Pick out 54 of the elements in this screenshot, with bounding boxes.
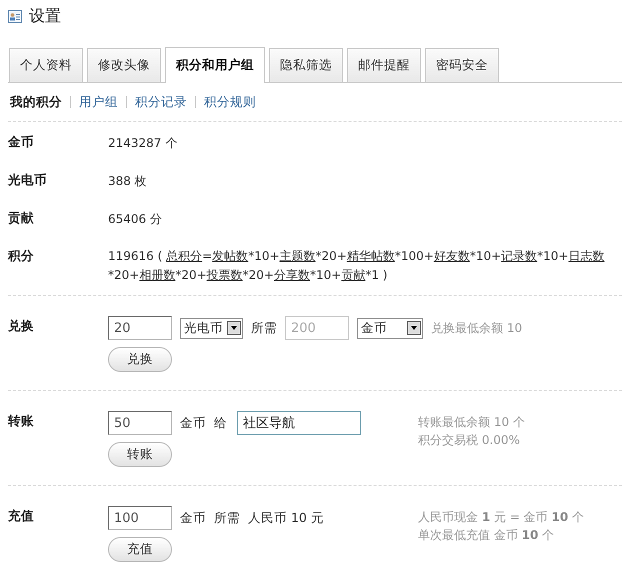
tab[interactable]: 隐私筛选: [269, 48, 343, 82]
formula-link[interactable]: 投票数: [206, 268, 243, 282]
currency-select[interactable]: 光电币: [180, 318, 243, 338]
exchange-button[interactable]: 兑换: [108, 347, 172, 372]
field-label: 积分: [8, 247, 35, 265]
amount-field[interactable]: 20: [108, 316, 172, 340]
field-label: 光电币: [8, 171, 48, 189]
formula-link[interactable]: 好友数: [434, 249, 470, 263]
transfer-button[interactable]: 转账: [108, 442, 172, 467]
hint-text: 单次最低充值 金币 10 个: [418, 527, 556, 544]
amount-field[interactable]: 100: [108, 506, 172, 530]
currency-select[interactable]: 金币: [357, 318, 423, 338]
field-text: 金币: [180, 510, 206, 526]
recharge-button[interactable]: 充值: [108, 537, 172, 562]
field-value: 2143287 个: [108, 135, 178, 152]
formula-link[interactable]: 发帖数: [212, 249, 248, 263]
hint-text: 人民币现金 1 元 = 金币 10 个: [418, 509, 584, 526]
tab[interactable]: 修改头像: [87, 48, 161, 82]
credits-formula: 119616 ( 总积分=发帖数*10+主题数*20+精华帖数*100+好友数*10+记录数*10+日志数 *20+相册数*20+投票数*20+分享数*10+贡献*1 ): [108, 248, 606, 284]
tab[interactable]: 个人资料: [9, 48, 83, 82]
field-label: 兑换: [8, 317, 35, 335]
field-label: 贡献: [8, 209, 35, 227]
hint-text: 兑换最低余额 10: [431, 320, 522, 337]
field-text: 人民币 10 元: [248, 510, 324, 526]
tab[interactable]: 邮件提醒: [347, 48, 421, 82]
page-title: 设置: [29, 6, 61, 26]
subnav-link[interactable]: 积分记录: [135, 94, 187, 110]
subnav-link[interactable]: 用户组: [79, 94, 118, 110]
hint-text: 转账最低余额 10 个: [418, 414, 525, 431]
formula-link[interactable]: 精华帖数: [346, 249, 395, 263]
formula-link[interactable]: 总积分: [166, 249, 202, 263]
profile-card-icon: [8, 10, 22, 22]
subnav-link[interactable]: 我的积分: [10, 94, 62, 110]
formula-link[interactable]: 相册数: [139, 268, 176, 282]
field-value: 388 枚: [108, 173, 147, 190]
field-text: 金币: [180, 414, 206, 432]
field-text: 给: [214, 414, 227, 432]
amount-field[interactable]: 50: [108, 411, 172, 435]
hint-text: 积分交易税 0.00%: [418, 432, 521, 449]
field-label: 金币: [8, 133, 35, 151]
formula-link[interactable]: 主题数: [280, 249, 316, 263]
recipient-field[interactable]: 社区导航: [237, 411, 361, 435]
field-label: 转账: [8, 412, 35, 430]
formula-link[interactable]: 记录数: [501, 249, 538, 263]
formula-link[interactable]: 分享数: [274, 268, 310, 282]
formula-link[interactable]: 日志数: [568, 249, 604, 263]
subnav-link[interactable]: 积分规则: [204, 94, 256, 110]
field-text: 所需: [214, 510, 240, 526]
field-text: 所需: [251, 320, 277, 336]
tab[interactable]: 密码安全: [425, 48, 499, 82]
field-label: 充值: [8, 507, 35, 525]
formula-link[interactable]: 贡献: [341, 268, 366, 282]
tab[interactable]: 积分和用户组: [165, 47, 265, 83]
field-value: 65406 分: [108, 211, 162, 228]
